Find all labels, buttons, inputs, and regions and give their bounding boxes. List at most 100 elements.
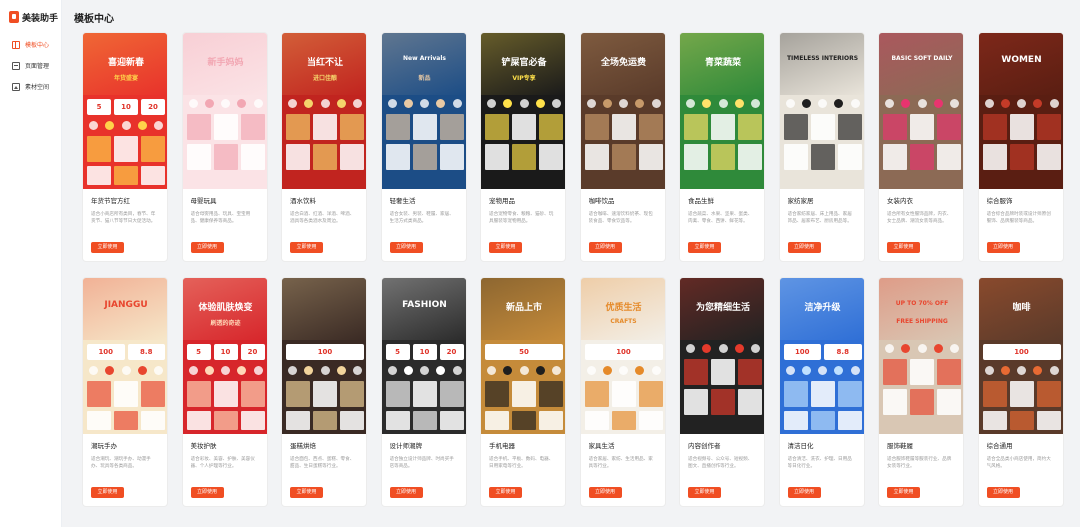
use-now-button[interactable]: 立即使用 xyxy=(489,487,522,498)
template-title: 年货节官方红 xyxy=(91,197,130,205)
template-card[interactable]: 洁净升级 100 8.8 清洁日化 适合清洁、洗衣、护理、日用品等日化行业。 立即使… xyxy=(778,277,865,507)
template-thumbnail[interactable]: 全场免运费 xyxy=(580,33,665,189)
template-card[interactable]: 体验肌肤焕变 刷透的奇迹 5 10 20 美妆护肤 适合彩妆、美容、护肤、美容仪器、个人… xyxy=(181,277,268,507)
template-card[interactable]: UP TO 70% OFF FREE SHIPPING 服饰鞋履 适合服饰鞋履等服… xyxy=(878,277,964,507)
template-card[interactable]: 新品上市 50 手机电器 适合手机、平板、数码、电器、日用家电等行业。 立即使用 xyxy=(480,277,566,507)
use-now-button[interactable]: 立即使用 xyxy=(290,242,323,253)
use-now-button[interactable]: 立即使用 xyxy=(787,242,821,253)
product-tile xyxy=(738,144,762,170)
category-dot-icon xyxy=(387,366,397,375)
thumbnail-product-row xyxy=(186,144,265,170)
use-now-button[interactable]: 立即使用 xyxy=(986,242,1020,253)
product-tile xyxy=(937,144,961,170)
sidebar-item-template-center[interactable]: 模板中心 xyxy=(0,34,61,55)
template-card[interactable]: 当红不让 进口佳酿 酒水饮料 适合白酒、红酒、洋酒、啤酒、酒具等各类酒水及周边。 … xyxy=(281,32,367,262)
template-thumbnail[interactable]: 新品上市 50 xyxy=(481,278,565,434)
template-thumbnail[interactable]: 青菜蔬菜 xyxy=(680,33,764,189)
product-tile xyxy=(711,114,735,140)
product-tile xyxy=(638,381,663,407)
template-thumbnail[interactable]: BASIC SOFT DAILY xyxy=(879,33,963,189)
thumbnail-product-row xyxy=(286,381,364,407)
template-card[interactable]: WOMEN 综合服饰 适合综合品牌时装或设计师原创服饰、品牌服装等商品。 立即使… xyxy=(977,32,1064,262)
brand[interactable]: 美装助手 xyxy=(0,8,61,26)
sidebar-item-label: 页面管理 xyxy=(25,63,50,70)
thumbnail-headline: 青菜蔬菜 xyxy=(704,58,741,68)
product-tile xyxy=(611,381,636,407)
use-now-button[interactable]: 立即使用 xyxy=(91,487,124,498)
use-now-button[interactable]: 立即使用 xyxy=(887,242,920,253)
use-now-button[interactable]: 立即使用 xyxy=(389,487,423,498)
template-card[interactable]: 为您精细生活 内容创作者 适合视频号、公众号、短视频、图文、直播创作等行业。 立… xyxy=(679,277,765,507)
product-tile xyxy=(937,114,961,140)
template-title: 潮玩手办 xyxy=(91,442,117,450)
use-now-button[interactable]: 立即使用 xyxy=(688,242,721,253)
thumbnail-headline: 咖啡 xyxy=(1012,303,1031,313)
template-card[interactable]: 咖啡 100 综合通用 适合全品类小商店使用，简约大气风格。 立即使用 xyxy=(977,277,1064,507)
template-title: 蛋糕烘焙 xyxy=(290,442,316,450)
template-title: 设计师潮牌 xyxy=(389,442,423,450)
thumbnail-product-row xyxy=(783,381,862,407)
use-now-button[interactable]: 立即使用 xyxy=(688,487,721,498)
sidebar: 美装助手 模板中心 页面管理 素材空间 xyxy=(0,0,62,527)
sidebar-item-page-management[interactable]: 页面管理 xyxy=(0,55,61,76)
thumbnail-product-row xyxy=(783,114,862,140)
template-card[interactable]: 铲屎官必备 VIP专享 宠物用品 适合宠物零食、粮粮、猫砂、玩具服装等宠物用品。 … xyxy=(480,32,566,262)
use-now-button[interactable]: 立即使用 xyxy=(887,487,920,498)
template-thumbnail[interactable]: 体验肌肤焕变 刷透的奇迹 5 10 20 xyxy=(182,278,267,434)
template-thumbnail[interactable]: 优质生活 CRAFTS 100 xyxy=(580,278,665,434)
thumbnail-product-row xyxy=(584,144,663,170)
use-now-button[interactable]: 立即使用 xyxy=(588,242,622,253)
product-tile xyxy=(412,381,437,407)
use-now-button[interactable]: 立即使用 xyxy=(389,242,423,253)
template-thumbnail[interactable]: New Arrivals 新品 xyxy=(381,33,466,189)
use-now-button[interactable]: 立即使用 xyxy=(588,487,622,498)
use-now-button[interactable]: 立即使用 xyxy=(986,487,1020,498)
use-now-button[interactable]: 立即使用 xyxy=(190,242,224,253)
use-now-button[interactable]: 立即使用 xyxy=(91,242,124,253)
template-card[interactable]: FASHION 5 10 20 设计师潮牌 适合独立设计师品牌、时尚买手店等商品。 立… xyxy=(380,277,467,507)
thumbnail-product-row xyxy=(584,411,663,430)
product-tile xyxy=(240,381,265,407)
use-now-button[interactable]: 立即使用 xyxy=(787,487,821,498)
template-description: 适合所有女性服饰品牌，内衣、女士品牌、潮流女装等商品。 xyxy=(887,212,952,224)
template-card[interactable]: JIANGGU 100 8.8 潮玩手办 适合潮玩、潮玩手办、动漫手办、玩具等各类商… xyxy=(82,277,168,507)
card-body: 蛋糕烘焙 适合面包、西点、蛋糕、零食、甜品、生日蛋糕等行业。 立即使用 xyxy=(282,434,366,498)
product-tile xyxy=(213,381,238,407)
template-card[interactable]: 优质生活 CRAFTS 100 家具生活 适合家居、家纺、生活用品、家具等行业。 立… xyxy=(579,277,666,507)
template-thumbnail[interactable]: 100 xyxy=(282,278,366,434)
category-dot-icon xyxy=(535,366,545,375)
template-thumbnail[interactable]: 新手妈妈 xyxy=(182,33,267,189)
use-now-button[interactable]: 立即使用 xyxy=(489,242,522,253)
template-card[interactable]: 100 蛋糕烘焙 适合面包、西点、蛋糕、零食、甜品、生日蛋糕等行业。 立即使用 xyxy=(281,277,367,507)
product-tile xyxy=(738,114,762,140)
template-description: 适合面包、西点、蛋糕、零食、甜品、生日蛋糕等行业。 xyxy=(290,457,355,469)
template-thumbnail[interactable]: 为您精细生活 xyxy=(680,278,764,434)
use-now-button[interactable]: 立即使用 xyxy=(290,487,323,498)
template-thumbnail[interactable]: FASHION 5 10 20 xyxy=(381,278,466,434)
use-now-button[interactable]: 立即使用 xyxy=(190,487,224,498)
template-thumbnail[interactable]: 咖啡 100 xyxy=(978,278,1063,434)
template-card[interactable]: New Arrivals 新品 轻奢生活 适合女装、男装、鞋履、家居、生活方式类商… xyxy=(380,32,467,262)
template-thumbnail[interactable]: TIMELESS INTERIORS xyxy=(779,33,864,189)
card-body: 轻奢生活 适合女装、男装、鞋履、家居、生活方式类商品。 立即使用 xyxy=(382,189,466,253)
sidebar-item-asset-space[interactable]: 素材空间 xyxy=(0,76,61,97)
template-thumbnail[interactable]: 当红不让 进口佳酿 xyxy=(282,33,366,189)
category-dot-icon xyxy=(188,99,198,108)
product-tile xyxy=(485,381,509,407)
template-thumbnail[interactable]: 洁净升级 100 8.8 xyxy=(779,278,864,434)
thumbnail-banner xyxy=(879,33,963,95)
template-thumbnail[interactable]: UP TO 70% OFF FREE SHIPPING xyxy=(879,278,963,434)
template-card[interactable]: TIMELESS INTERIORS 家纺家居 适合家纺家居、床上用品、家居饰品… xyxy=(778,32,865,262)
template-thumbnail[interactable]: JIANGGU 100 8.8 xyxy=(83,278,167,434)
product-tile xyxy=(684,114,708,140)
template-card[interactable]: 新手妈妈 母婴玩具 适合母婴用品、玩具、宝宝用品、健康保养等商品。 立即使用 xyxy=(181,32,268,262)
category-dot-icon xyxy=(552,99,561,108)
template-card[interactable]: BASIC SOFT DAILY 女装内衣 适合所有女性服饰品牌，内衣、女士品牌… xyxy=(878,32,964,262)
template-card[interactable]: 全场免运费 咖啡饮品 适合咖啡、速溶饮料奶茶、现包装食品、零食饮品等。 立即使用 xyxy=(579,32,666,262)
template-card[interactable]: 喜迎新春 年货盛宴 5 10 20 年货节官方红 适合小商店所有类目，春节、年货节、猫八… xyxy=(82,32,168,262)
template-thumbnail[interactable]: 铲屎官必备 VIP专享 xyxy=(481,33,565,189)
coupon-value: 20 xyxy=(439,344,464,360)
template-thumbnail[interactable]: 喜迎新春 年货盛宴 5 10 20 xyxy=(83,33,167,189)
template-card[interactable]: 青菜蔬菜 食品生鲜 适合蔬菜、水果、坚果、蛋类、肉禽、零食、西饼、鲜花等。 立即… xyxy=(679,32,765,262)
template-thumbnail[interactable]: WOMEN xyxy=(978,33,1063,189)
